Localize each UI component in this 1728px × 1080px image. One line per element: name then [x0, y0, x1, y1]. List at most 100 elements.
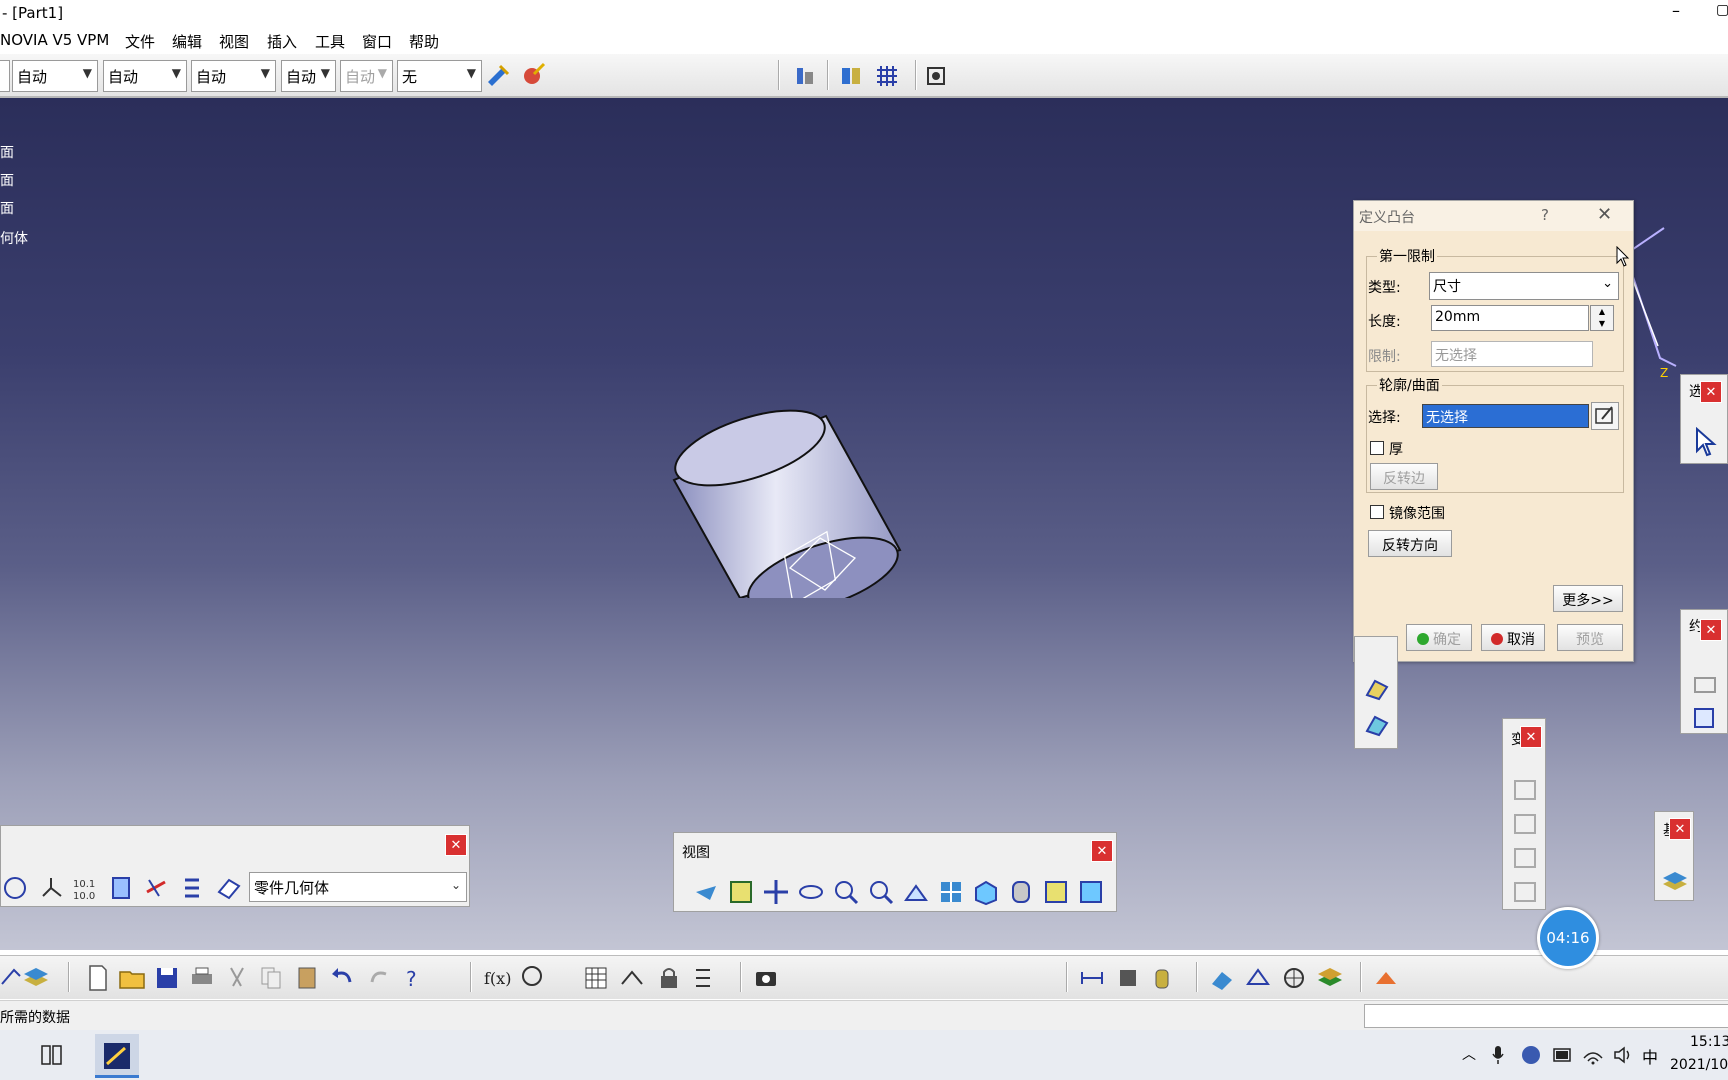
line-type-combo[interactable]: 自动 ▼	[191, 60, 276, 92]
rotate-view-icon[interactable]	[797, 878, 825, 906]
snap-point-icon[interactable]	[922, 62, 950, 90]
hide-show-icon[interactable]	[1042, 878, 1070, 906]
scan-part-icon[interactable]	[215, 874, 243, 902]
copy-icon[interactable]	[258, 964, 286, 992]
camera-icon[interactable]	[752, 964, 780, 992]
more-button[interactable]: 更多>>	[1553, 585, 1623, 612]
grid-icon[interactable]	[873, 62, 901, 90]
command-input[interactable]	[1364, 1004, 1728, 1028]
undo-icon[interactable]	[328, 964, 356, 992]
knowledge-icon[interactable]	[518, 964, 546, 992]
constraint-icon[interactable]	[1691, 670, 1719, 698]
sketch-edit-button[interactable]	[1591, 402, 1619, 430]
catalog-icon[interactable]	[838, 62, 866, 90]
formula-number-icon[interactable]: 10.110.0	[71, 874, 99, 902]
menu-file[interactable]: 文件	[125, 31, 155, 52]
layers-stack-icon[interactable]	[1316, 964, 1344, 992]
battery-icon[interactable]	[1552, 1046, 1574, 1064]
graphic-properties-icon[interactable]	[520, 60, 548, 88]
tree-item-plane-1[interactable]: 面	[0, 142, 14, 162]
mirrored-extent-checkbox[interactable]	[1370, 505, 1384, 519]
open-folder-icon[interactable]	[118, 964, 146, 992]
transparency-combo[interactable]: 自动 ▼	[12, 60, 98, 92]
minimize-button[interactable]: –	[1664, 1, 1688, 25]
wifi-icon[interactable]	[1582, 1044, 1604, 1066]
shaft-icon[interactable]	[1363, 711, 1391, 739]
close-icon[interactable]: ✕	[1520, 726, 1542, 748]
catia-taskbar-button[interactable]	[95, 1034, 139, 1078]
instantiate-icon[interactable]	[618, 964, 646, 992]
print-icon[interactable]	[188, 964, 216, 992]
menu-view[interactable]: 视图	[219, 31, 249, 52]
help-icon[interactable]: ?	[1541, 206, 1549, 224]
pan-icon[interactable]	[762, 878, 790, 906]
clock-time[interactable]: 15:13	[1690, 1034, 1728, 1050]
normal-view-icon[interactable]	[902, 878, 930, 906]
length-spinner[interactable]: ▲ ▼	[1590, 305, 1614, 331]
menu-edit[interactable]: 编辑	[172, 31, 202, 52]
color-combo[interactable]	[0, 60, 10, 92]
cut-tool-icon[interactable]	[143, 874, 171, 902]
swap-visible-space-icon[interactable]	[1077, 878, 1105, 906]
list-parameters-icon[interactable]	[690, 964, 718, 992]
menu-help[interactable]: 帮助	[409, 31, 439, 52]
clock-date[interactable]: 2021/10	[1670, 1057, 1728, 1073]
line-thickness-combo[interactable]: 自动 ▼	[103, 60, 187, 92]
sketcher-icon[interactable]	[1, 874, 29, 902]
tree-item-plane-2[interactable]: 面	[0, 170, 14, 190]
measure-between-icon[interactable]	[1078, 964, 1106, 992]
recording-timer[interactable]: 04:16	[1537, 907, 1599, 969]
point-type-combo[interactable]: 自动 ▼	[281, 60, 336, 92]
texture-icon[interactable]	[1244, 964, 1272, 992]
inertia-icon[interactable]	[1148, 964, 1176, 992]
zoom-in-icon[interactable]	[832, 878, 860, 906]
iso-view-icon[interactable]	[972, 878, 1000, 906]
lock-icon[interactable]	[655, 964, 683, 992]
cancel-button[interactable]: 取消	[1481, 624, 1545, 651]
axis-system-icon[interactable]	[37, 874, 65, 902]
menu-tools[interactable]: 工具	[315, 31, 345, 52]
design-table-icon[interactable]	[582, 964, 610, 992]
menu-window[interactable]: 窗口	[362, 31, 392, 52]
ime-indicator[interactable]: 中	[1642, 1044, 1658, 1068]
type-select[interactable]: 尺寸 ⌄	[1429, 272, 1619, 300]
update-icon[interactable]	[1372, 964, 1400, 992]
tree-item-body[interactable]: 何体	[0, 228, 28, 248]
thick-checkbox[interactable]	[1370, 441, 1384, 455]
speaker-icon[interactable]	[1612, 1044, 1634, 1066]
format-painter-icon[interactable]	[484, 62, 512, 90]
redo-icon[interactable]	[366, 964, 394, 992]
formula-icon[interactable]: f(x)	[484, 964, 512, 992]
close-icon[interactable]: ✕	[1700, 619, 1722, 641]
render-icon[interactable]	[1280, 964, 1308, 992]
new-file-icon[interactable]	[84, 964, 112, 992]
multi-view-icon[interactable]	[937, 878, 965, 906]
paste-icon[interactable]	[293, 964, 321, 992]
tree-item-plane-3[interactable]: 面	[0, 198, 14, 218]
close-icon[interactable]: ✕	[1700, 381, 1722, 403]
close-icon[interactable]: ✕	[1597, 204, 1612, 225]
layer-stack-icon[interactable]	[22, 964, 50, 992]
microphone-icon[interactable]	[1490, 1044, 1506, 1066]
close-icon[interactable]: ✕	[445, 834, 467, 856]
chevron-up-icon[interactable]: ︿	[1462, 1044, 1476, 1064]
profile-selection-input[interactable]: 无选择	[1422, 404, 1589, 428]
network-globe-icon[interactable]	[1520, 1044, 1542, 1066]
list-tree-icon[interactable]	[179, 874, 207, 902]
constraint-box-icon[interactable]	[1691, 703, 1719, 731]
measure-item-icon[interactable]	[1114, 964, 1142, 992]
menu-insert[interactable]: 插入	[267, 31, 297, 52]
close-icon[interactable]: ✕	[1669, 818, 1691, 840]
fly-mode-icon[interactable]	[692, 878, 720, 906]
layers-icon[interactable]	[1661, 868, 1689, 894]
body-icon[interactable]	[107, 874, 135, 902]
select-arrow-icon[interactable]	[1693, 427, 1717, 457]
close-icon[interactable]: ✕	[1091, 840, 1113, 862]
pocket-icon[interactable]	[1363, 675, 1391, 703]
reverse-direction-button[interactable]: 反转方向	[1368, 530, 1452, 557]
length-input[interactable]: 20mm	[1431, 305, 1589, 331]
cut-icon[interactable]	[223, 964, 251, 992]
restore-button[interactable]: ▢	[1716, 2, 1728, 26]
dialog-title-bar[interactable]: 定义凸台 ? ✕	[1354, 201, 1633, 231]
menu-app[interactable]: NOVIA V5 VPM	[0, 31, 109, 49]
